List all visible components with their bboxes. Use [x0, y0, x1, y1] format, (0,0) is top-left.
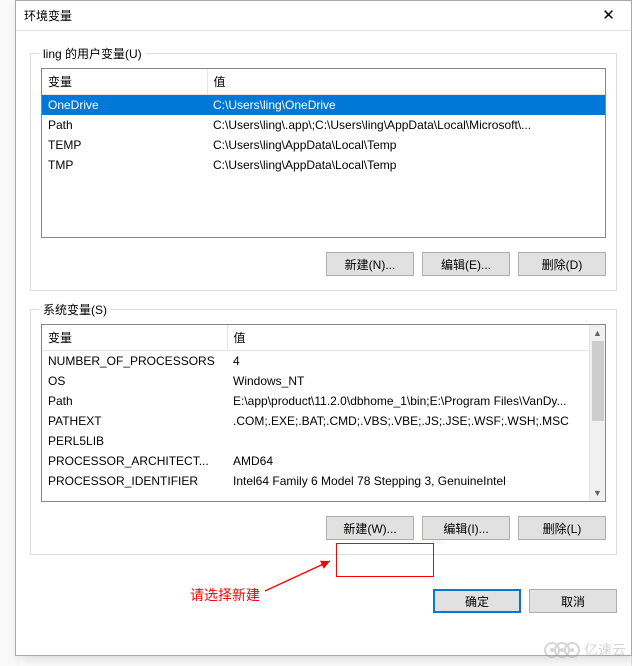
- cell-var: PROCESSOR_ARCHITECT...: [42, 451, 227, 471]
- user-vars-table[interactable]: 变量 值 OneDriveC:\Users\ling\OneDrive Path…: [41, 68, 606, 238]
- system-vars-table[interactable]: 变量 值 NUMBER_OF_PROCESSORS4 OSWindows_NT …: [41, 324, 606, 502]
- table-row[interactable]: PROCESSOR_ARCHITECT...AMD64: [42, 451, 589, 471]
- cell-var: NUMBER_OF_PROCESSORS: [42, 351, 227, 372]
- watermark-icon: [564, 642, 580, 658]
- cell-var: Path: [42, 115, 207, 135]
- close-icon: ✕: [602, 7, 615, 24]
- cell-var: PATHEXT: [42, 411, 227, 431]
- cell-var: Path: [42, 391, 227, 411]
- env-vars-dialog: 环境变量 ✕ ling 的用户变量(U) 变量 值 OneDriveC:\Use…: [15, 0, 632, 656]
- cancel-button[interactable]: 取消: [529, 589, 617, 613]
- cell-val: 4: [227, 351, 589, 372]
- col-val[interactable]: 值: [227, 325, 589, 351]
- cell-val: Windows_NT: [227, 371, 589, 391]
- new-sys-button[interactable]: 新建(W)...: [326, 516, 414, 540]
- table-row[interactable]: PROCESSOR_IDENTIFIERIntel64 Family 6 Mod…: [42, 471, 589, 491]
- cell-var: OneDrive: [42, 95, 207, 116]
- annotation-text: 请选择新建: [190, 585, 260, 605]
- dialog-footer: 确定 取消: [16, 583, 631, 627]
- system-vars-label: 系统变量(S): [39, 301, 111, 318]
- edit-sys-button[interactable]: 编辑(I)...: [422, 516, 510, 540]
- cell-val: C:\Users\ling\AppData\Local\Temp: [207, 155, 605, 175]
- cell-var: PROCESSOR_IDENTIFIER: [42, 471, 227, 491]
- delete-user-button[interactable]: 删除(D): [518, 252, 606, 276]
- table-row[interactable]: TEMPC:\Users\ling\AppData\Local\Temp: [42, 135, 605, 155]
- user-vars-label: ling 的用户变量(U): [39, 45, 146, 62]
- cell-val: AMD64: [227, 451, 589, 471]
- cell-var: TMP: [42, 155, 207, 175]
- btn-label: 删除(L): [543, 520, 582, 537]
- cell-val: C:\Users\ling\.app\;C:\Users\ling\AppDat…: [207, 115, 605, 135]
- table-row[interactable]: PathE:\app\product\11.2.0\dbhome_1\bin;E…: [42, 391, 589, 411]
- dialog-title: 环境变量: [24, 7, 586, 24]
- btn-label: 删除(D): [542, 256, 583, 273]
- btn-label: 取消: [561, 593, 585, 610]
- btn-label: 确定: [465, 593, 489, 610]
- close-button[interactable]: ✕: [586, 1, 631, 30]
- watermark: 亿速云: [550, 640, 626, 660]
- table-row[interactable]: OneDriveC:\Users\ling\OneDrive: [42, 95, 605, 116]
- scroll-up-icon[interactable]: ▲: [590, 325, 605, 341]
- cell-var: TEMP: [42, 135, 207, 155]
- scroll-down-icon[interactable]: ▼: [590, 485, 605, 501]
- cell-val: Intel64 Family 6 Model 78 Stepping 3, Ge…: [227, 471, 589, 491]
- col-var[interactable]: 变量: [42, 69, 207, 95]
- user-vars-group: ling 的用户变量(U) 变量 值 OneDriveC:\Users\ling…: [30, 53, 617, 291]
- table-row[interactable]: PathC:\Users\ling\.app\;C:\Users\ling\Ap…: [42, 115, 605, 135]
- table-row[interactable]: OSWindows_NT: [42, 371, 589, 391]
- btn-label: 新建(N)...: [345, 256, 396, 273]
- cell-var: PERL5LIB: [42, 431, 227, 451]
- cell-var: OS: [42, 371, 227, 391]
- system-buttons: 新建(W)... 编辑(I)... 删除(L): [41, 516, 606, 540]
- delete-sys-button[interactable]: 删除(L): [518, 516, 606, 540]
- cell-val: C:\Users\ling\AppData\Local\Temp: [207, 135, 605, 155]
- table-row[interactable]: PERL5LIB: [42, 431, 589, 451]
- dialog-content: ling 的用户变量(U) 变量 值 OneDriveC:\Users\ling…: [16, 31, 631, 583]
- col-val[interactable]: 值: [207, 69, 605, 95]
- btn-label: 编辑(I)...: [443, 520, 488, 537]
- titlebar: 环境变量 ✕: [16, 1, 631, 31]
- cell-val: C:\Users\ling\OneDrive: [207, 95, 605, 116]
- new-user-button[interactable]: 新建(N)...: [326, 252, 414, 276]
- cell-val: E:\app\product\11.2.0\dbhome_1\bin;E:\Pr…: [227, 391, 589, 411]
- table-row[interactable]: PATHEXT.COM;.EXE;.BAT;.CMD;.VBS;.VBE;.JS…: [42, 411, 589, 431]
- edit-user-button[interactable]: 编辑(E)...: [422, 252, 510, 276]
- scroll-thumb[interactable]: [592, 341, 604, 421]
- cell-val: [227, 431, 589, 451]
- ok-button[interactable]: 确定: [433, 589, 521, 613]
- watermark-text: 亿速云: [584, 640, 626, 660]
- btn-label: 编辑(E)...: [441, 256, 491, 273]
- system-vars-group: 系统变量(S) 变量 值 NUMBER_OF_PROCESSORS4 OSWin…: [30, 309, 617, 555]
- col-var[interactable]: 变量: [42, 325, 227, 351]
- table-row[interactable]: TMPC:\Users\ling\AppData\Local\Temp: [42, 155, 605, 175]
- table-row[interactable]: NUMBER_OF_PROCESSORS4: [42, 351, 589, 372]
- user-buttons: 新建(N)... 编辑(E)... 删除(D): [41, 252, 606, 276]
- cell-val: .COM;.EXE;.BAT;.CMD;.VBS;.VBE;.JS;.JSE;.…: [227, 411, 589, 431]
- btn-label: 新建(W)...: [343, 520, 396, 537]
- scrollbar[interactable]: ▲ ▼: [589, 325, 605, 501]
